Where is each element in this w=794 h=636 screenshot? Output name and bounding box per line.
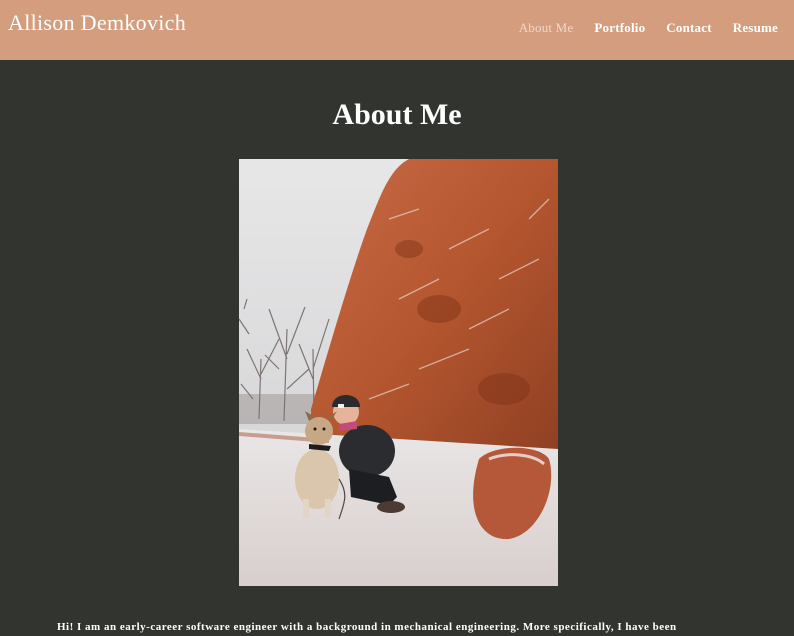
- nav-link-portfolio[interactable]: Portfolio: [594, 20, 645, 36]
- site-title[interactable]: Allison Demkovich: [8, 10, 186, 36]
- nav-link-about-me[interactable]: About Me: [519, 20, 574, 36]
- page-title: About Me: [332, 98, 462, 131]
- profile-photo: [239, 159, 558, 586]
- site-header: Allison Demkovich About Me Portfolio Con…: [0, 0, 794, 60]
- intro-paragraph: Hi! I am an early-career software engine…: [57, 621, 677, 633]
- nav-link-contact[interactable]: Contact: [666, 20, 711, 36]
- main-nav: About Me Portfolio Contact Resume: [519, 20, 778, 36]
- nav-link-resume[interactable]: Resume: [733, 20, 778, 36]
